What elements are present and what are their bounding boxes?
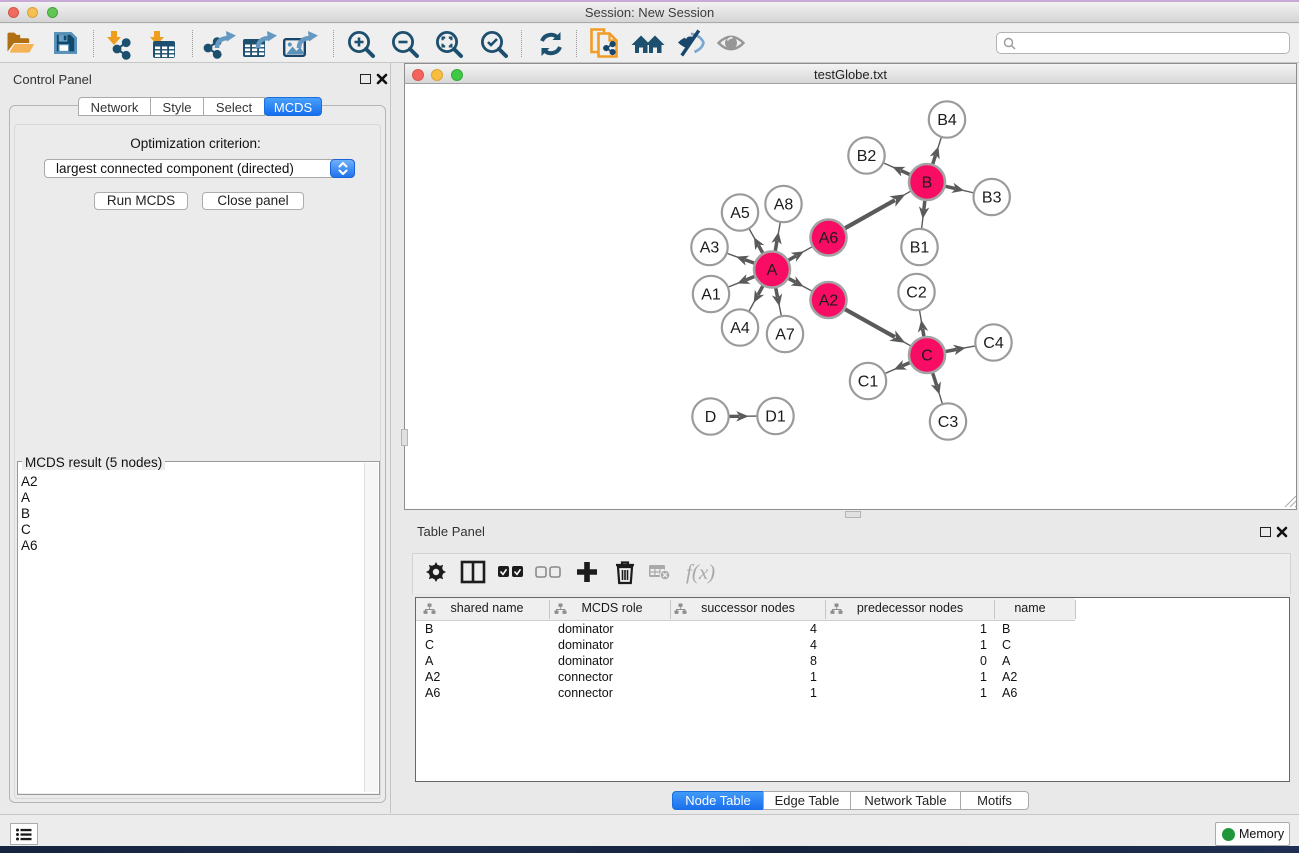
svg-text:A7: A7 (775, 327, 795, 344)
svg-text:A8: A8 (774, 197, 794, 214)
svg-text:C2: C2 (906, 285, 927, 302)
svg-text:B3: B3 (982, 190, 1002, 207)
svg-text:C: C (921, 348, 933, 365)
svg-text:A6: A6 (819, 230, 839, 247)
svg-text:A4: A4 (730, 320, 750, 337)
svg-text:C1: C1 (858, 374, 879, 391)
svg-text:B2: B2 (857, 148, 877, 165)
svg-text:D1: D1 (765, 409, 786, 426)
svg-text:B: B (922, 175, 933, 192)
svg-text:B1: B1 (910, 240, 930, 257)
svg-text:A5: A5 (730, 205, 750, 222)
svg-text:A2: A2 (819, 293, 839, 310)
svg-text:C3: C3 (938, 414, 959, 431)
svg-text:A1: A1 (701, 287, 721, 304)
svg-text:A3: A3 (700, 240, 720, 257)
svg-text:C4: C4 (983, 335, 1004, 352)
svg-text:A: A (767, 262, 778, 279)
svg-text:D: D (705, 409, 717, 426)
svg-text:B4: B4 (937, 112, 957, 129)
